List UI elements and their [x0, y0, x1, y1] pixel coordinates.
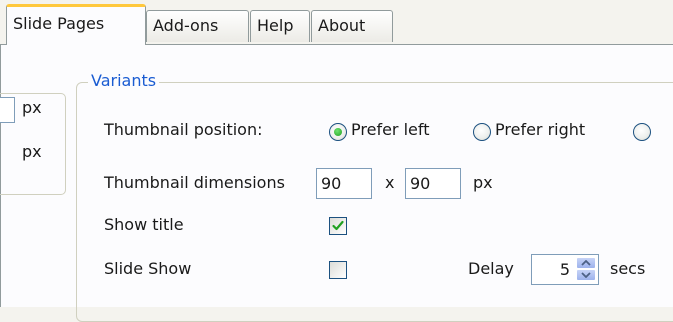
radio-prefer-left-label[interactable]: Prefer left: [351, 120, 430, 139]
variants-groupbox: [76, 82, 673, 322]
tab-help[interactable]: Help: [250, 10, 310, 42]
tab-slide-pages[interactable]: Slide Pages: [6, 4, 146, 45]
tab-add-ons[interactable]: Add-ons: [146, 10, 249, 42]
delay-unit-label: secs: [610, 259, 646, 278]
variants-legend: Variants: [88, 71, 160, 90]
tab-about[interactable]: About: [311, 10, 393, 42]
left-size-field[interactable]: [0, 97, 15, 123]
left-unit-label-2: px: [22, 142, 42, 161]
delay-spinner[interactable]: 5: [531, 254, 599, 285]
thumbnail-width-input[interactable]: 90: [316, 168, 372, 199]
check-icon: [332, 220, 344, 231]
thumbnail-position-label: Thumbnail position:: [104, 120, 263, 139]
delay-label: Delay: [468, 259, 514, 278]
radio-prefer-right-label[interactable]: Prefer right: [495, 120, 585, 139]
delay-value[interactable]: 5: [560, 255, 570, 284]
radio-prefer-left[interactable]: [329, 123, 347, 141]
spinner-down-icon: [581, 272, 591, 278]
spinner-down-button[interactable]: [576, 269, 596, 281]
dimension-unit-label: px: [473, 173, 493, 192]
thumbnail-dimensions-label: Thumbnail dimensions: [104, 173, 285, 192]
radio-third-option[interactable]: [633, 123, 651, 141]
left-unit-label-1: px: [22, 98, 42, 117]
show-title-label: Show title: [104, 215, 184, 234]
tab-bar: Slide Pages Add-ons Help About: [0, 0, 673, 46]
slide-show-checkbox[interactable]: [329, 261, 347, 279]
slide-show-label: Slide Show: [104, 259, 192, 278]
radio-selected-dot: [334, 128, 342, 136]
spinner-up-button[interactable]: [576, 257, 596, 269]
radio-prefer-right[interactable]: [473, 123, 491, 141]
thumbnail-height-input[interactable]: 90: [405, 168, 461, 199]
dimension-separator: x: [385, 173, 395, 192]
spinner-up-icon: [581, 260, 591, 266]
show-title-checkbox[interactable]: [329, 217, 347, 235]
